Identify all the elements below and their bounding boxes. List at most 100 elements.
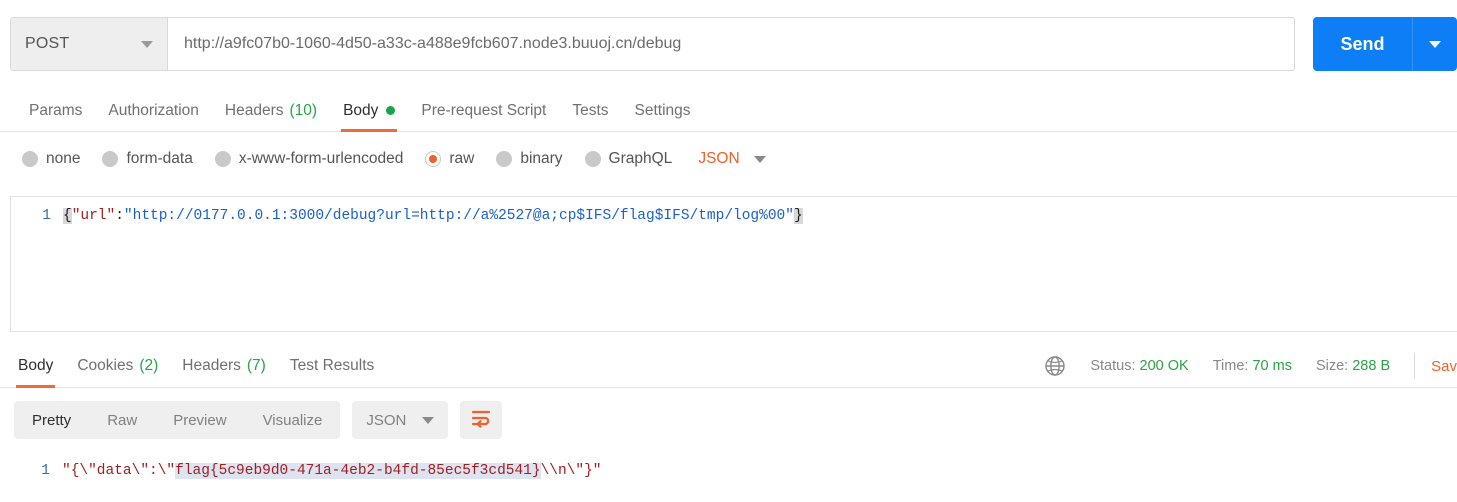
time-label: Time: bbox=[1212, 358, 1249, 374]
json-close-brace: } bbox=[793, 208, 803, 224]
line-number: 1 bbox=[42, 208, 51, 224]
raw-format-select[interactable]: JSON bbox=[698, 150, 766, 168]
response-prefix: "{\"data\":\" bbox=[62, 463, 176, 479]
line-number: 1 bbox=[41, 463, 50, 479]
radio-icon bbox=[496, 151, 513, 167]
response-body-code: "{\"data\":\"flag{5c9eb9d0-471a-4eb2-b4f… bbox=[62, 461, 602, 481]
json-value: "http://0177.0.0.1:3000/debug?url=http:/… bbox=[123, 208, 794, 224]
send-button-group: Send bbox=[1313, 17, 1457, 71]
flag-value: flag{5c9eb9d0-471a-4eb2-b4fd-85ec5f3cd54… bbox=[175, 463, 541, 479]
request-url-input[interactable] bbox=[168, 18, 1294, 70]
radio-icon bbox=[22, 151, 38, 167]
tab-label: Test Results bbox=[289, 356, 375, 374]
response-view-segmented-control: Pretty Raw Preview Visualize bbox=[14, 401, 341, 439]
url-bar: POST bbox=[10, 17, 1295, 71]
globe-icon bbox=[1044, 355, 1066, 377]
radio-label: x-www-form-urlencoded bbox=[238, 150, 404, 167]
tab-count: (7) bbox=[246, 356, 266, 374]
json-open-brace: { bbox=[63, 208, 72, 224]
http-method-label: POST bbox=[25, 35, 70, 52]
response-suffix: \\n\"}" bbox=[540, 463, 602, 479]
response-tab-headers[interactable]: Headers (7) bbox=[170, 344, 278, 388]
size-value: 288 B bbox=[1352, 358, 1391, 374]
code-line: 1 "{\"data\":\"flag{5c9eb9d0-471a-4eb2-b… bbox=[10, 452, 1457, 481]
body-type-radio-group: none form-data x-www-form-urlencoded raw… bbox=[0, 138, 1457, 180]
body-type-raw[interactable]: raw bbox=[425, 150, 474, 168]
time-meta: Time: 70 ms bbox=[1213, 358, 1292, 374]
radio-icon bbox=[102, 151, 119, 167]
radio-selected-icon bbox=[425, 151, 442, 167]
status-label: Status: bbox=[1090, 358, 1136, 374]
body-type-binary[interactable]: binary bbox=[496, 150, 563, 168]
response-tab-test-results[interactable]: Test Results bbox=[278, 344, 386, 388]
chevron-down-icon bbox=[1429, 40, 1441, 48]
raw-format-label: JSON bbox=[698, 150, 740, 167]
json-key: "url" bbox=[71, 208, 116, 224]
response-body-viewer[interactable]: 1 "{\"data\":\"flag{5c9eb9d0-471a-4eb2-b… bbox=[10, 452, 1457, 481]
request-body-code[interactable]: {"url":"http://0177.0.0.1:3000/debug?url… bbox=[63, 206, 803, 226]
body-type-form-data[interactable]: form-data bbox=[102, 150, 193, 168]
chevron-down-icon bbox=[141, 40, 153, 48]
radio-label: raw bbox=[449, 150, 475, 167]
size-meta: Size: 288 B bbox=[1316, 358, 1390, 374]
time-value: 70 ms bbox=[1252, 358, 1292, 374]
view-pretty[interactable]: Pretty bbox=[14, 401, 89, 439]
status-value: 200 OK bbox=[1139, 358, 1189, 374]
tab-authorization[interactable]: Authorization bbox=[95, 90, 211, 132]
chevron-down-icon bbox=[422, 416, 435, 424]
tab-tests[interactable]: Tests bbox=[559, 90, 621, 132]
tab-headers[interactable]: Headers (10) bbox=[212, 90, 330, 132]
chevron-down-icon bbox=[753, 155, 766, 163]
request-body-editor[interactable]: 1 {"url":"http://0177.0.0.1:3000/debug?u… bbox=[10, 196, 1457, 332]
word-wrap-icon bbox=[470, 408, 492, 433]
radio-label: binary bbox=[520, 150, 563, 167]
tab-label: Cookies bbox=[77, 356, 134, 374]
tab-count: (10) bbox=[289, 101, 318, 119]
code-line: 1 {"url":"http://0177.0.0.1:3000/debug?u… bbox=[11, 197, 1457, 226]
radio-label: none bbox=[46, 150, 81, 167]
tab-pre-request-script[interactable]: Pre-request Script bbox=[408, 90, 559, 132]
send-button[interactable]: Send bbox=[1313, 17, 1413, 71]
radio-label: form-data bbox=[126, 150, 193, 167]
radio-icon bbox=[584, 151, 601, 167]
tab-label: Authorization bbox=[108, 101, 199, 119]
response-tabs-bar: Body Cookies (2) Headers (7) Test Result… bbox=[0, 344, 1457, 388]
divider bbox=[1414, 353, 1416, 379]
tab-label: Headers bbox=[224, 101, 284, 119]
request-tabs: Params Authorization Headers (10) Body P… bbox=[0, 90, 1457, 132]
tab-count: (2) bbox=[139, 356, 159, 374]
postman-request-response-pane: POST Send Params Authorization Headers (… bbox=[0, 0, 1457, 502]
response-tab-body[interactable]: Body bbox=[6, 344, 65, 388]
tab-params[interactable]: Params bbox=[16, 90, 95, 132]
radio-label: GraphQL bbox=[608, 150, 673, 167]
radio-icon bbox=[214, 151, 231, 167]
tab-label: Headers bbox=[182, 356, 241, 374]
body-type-graphql[interactable]: GraphQL bbox=[584, 150, 673, 168]
tab-label: Pre-request Script bbox=[421, 101, 547, 119]
body-modified-dot-icon bbox=[386, 106, 396, 115]
tab-body[interactable]: Body bbox=[330, 90, 408, 132]
response-meta: Status: 200 OK Time: 70 ms Size: 288 B S… bbox=[1044, 344, 1457, 388]
size-label: Size: bbox=[1315, 358, 1349, 374]
body-type-none[interactable]: none bbox=[22, 150, 80, 168]
view-preview[interactable]: Preview bbox=[155, 401, 244, 439]
tab-label: Body bbox=[343, 101, 379, 119]
json-colon: : bbox=[115, 208, 124, 224]
http-method-select[interactable]: POST bbox=[11, 18, 168, 70]
save-response-button[interactable]: Sav bbox=[1431, 358, 1457, 375]
tab-settings[interactable]: Settings bbox=[622, 90, 704, 132]
response-tab-cookies[interactable]: Cookies (2) bbox=[65, 344, 170, 388]
tab-label: Body bbox=[18, 356, 54, 374]
response-format-label: JSON bbox=[366, 411, 407, 429]
body-type-x-www-form-urlencoded[interactable]: x-www-form-urlencoded bbox=[214, 150, 404, 168]
tab-label: Tests bbox=[572, 101, 609, 119]
response-view-toolbar: Pretty Raw Preview Visualize JSON bbox=[14, 401, 503, 439]
view-visualize[interactable]: Visualize bbox=[245, 401, 341, 439]
response-format-select[interactable]: JSON bbox=[352, 401, 449, 439]
tab-label: Settings bbox=[634, 101, 691, 119]
word-wrap-toggle[interactable] bbox=[460, 401, 503, 439]
tab-label: Params bbox=[29, 101, 83, 119]
status-meta: Status: 200 OK bbox=[1090, 358, 1188, 374]
send-options-button[interactable] bbox=[1413, 17, 1457, 71]
view-raw[interactable]: Raw bbox=[89, 401, 155, 439]
